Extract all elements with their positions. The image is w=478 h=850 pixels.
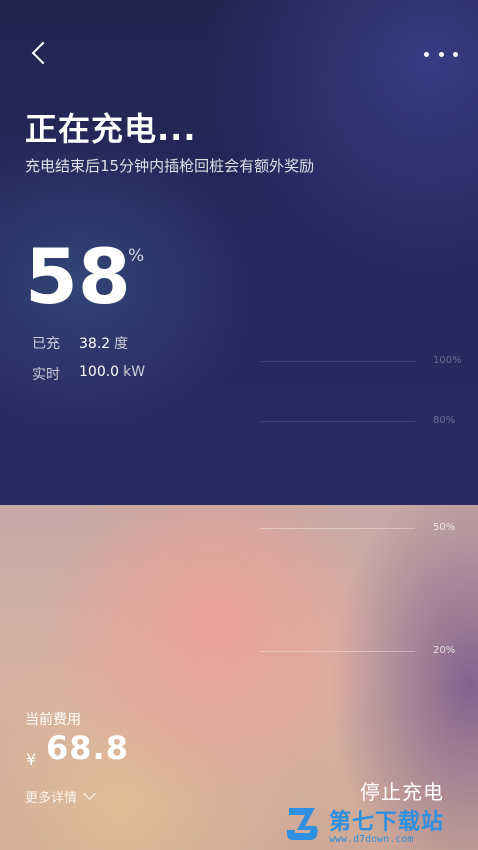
charged-energy-unit: 度 bbox=[114, 336, 129, 352]
currency-symbol: ¥ bbox=[26, 750, 37, 769]
charged-energy-label: 已充 bbox=[32, 336, 60, 352]
more-dot-icon bbox=[424, 51, 429, 57]
gauge-label-50: 50% bbox=[433, 522, 456, 533]
gauge-line-50 bbox=[260, 528, 415, 529]
more-details-label: 更多详情 bbox=[25, 791, 78, 806]
charged-energy: 38.2 度 bbox=[79, 333, 128, 353]
realtime-power-unit: kW bbox=[123, 364, 146, 380]
current-cost-value: 68.8 bbox=[46, 729, 129, 767]
charged-energy-value: 38.2 bbox=[79, 336, 111, 352]
reward-hint: 充电结束后15分钟内插枪回桩会有额外奖励 bbox=[25, 157, 315, 175]
realtime-power-label: 实时 bbox=[32, 367, 60, 383]
gauge-line-20 bbox=[260, 651, 415, 652]
gauge-line-100 bbox=[260, 361, 415, 362]
more-dot-icon bbox=[453, 51, 458, 57]
current-cost-label: 当前费用 bbox=[25, 712, 81, 728]
gauge-label-20: 20% bbox=[433, 645, 456, 656]
watermark-text: 第七下载站 bbox=[329, 810, 445, 835]
watermark-logo-icon bbox=[287, 808, 318, 840]
more-dot-icon bbox=[438, 51, 444, 57]
gauge-label-80: 80% bbox=[433, 415, 456, 426]
back-button[interactable] bbox=[27, 40, 55, 68]
stop-charging-button[interactable]: 停止充电 bbox=[360, 776, 444, 805]
realtime-power-value: 100.0 bbox=[79, 364, 120, 380]
page-title: 正在充电... bbox=[25, 110, 197, 148]
battery-percent-unit: % bbox=[128, 246, 145, 266]
chevron-down-icon bbox=[83, 787, 96, 800]
gauge-line-80 bbox=[260, 421, 415, 422]
battery-percent: 58 bbox=[25, 232, 131, 321]
gauge-label-100: 100% bbox=[433, 355, 462, 366]
more-options-button[interactable] bbox=[424, 44, 458, 64]
more-details-button[interactable]: 更多详情 bbox=[25, 787, 96, 806]
realtime-power: 100.0 kW bbox=[79, 364, 145, 380]
watermark-url: www.d7down.com bbox=[329, 834, 414, 845]
watermark: 第七下载站 www.d7down.com bbox=[285, 802, 475, 848]
